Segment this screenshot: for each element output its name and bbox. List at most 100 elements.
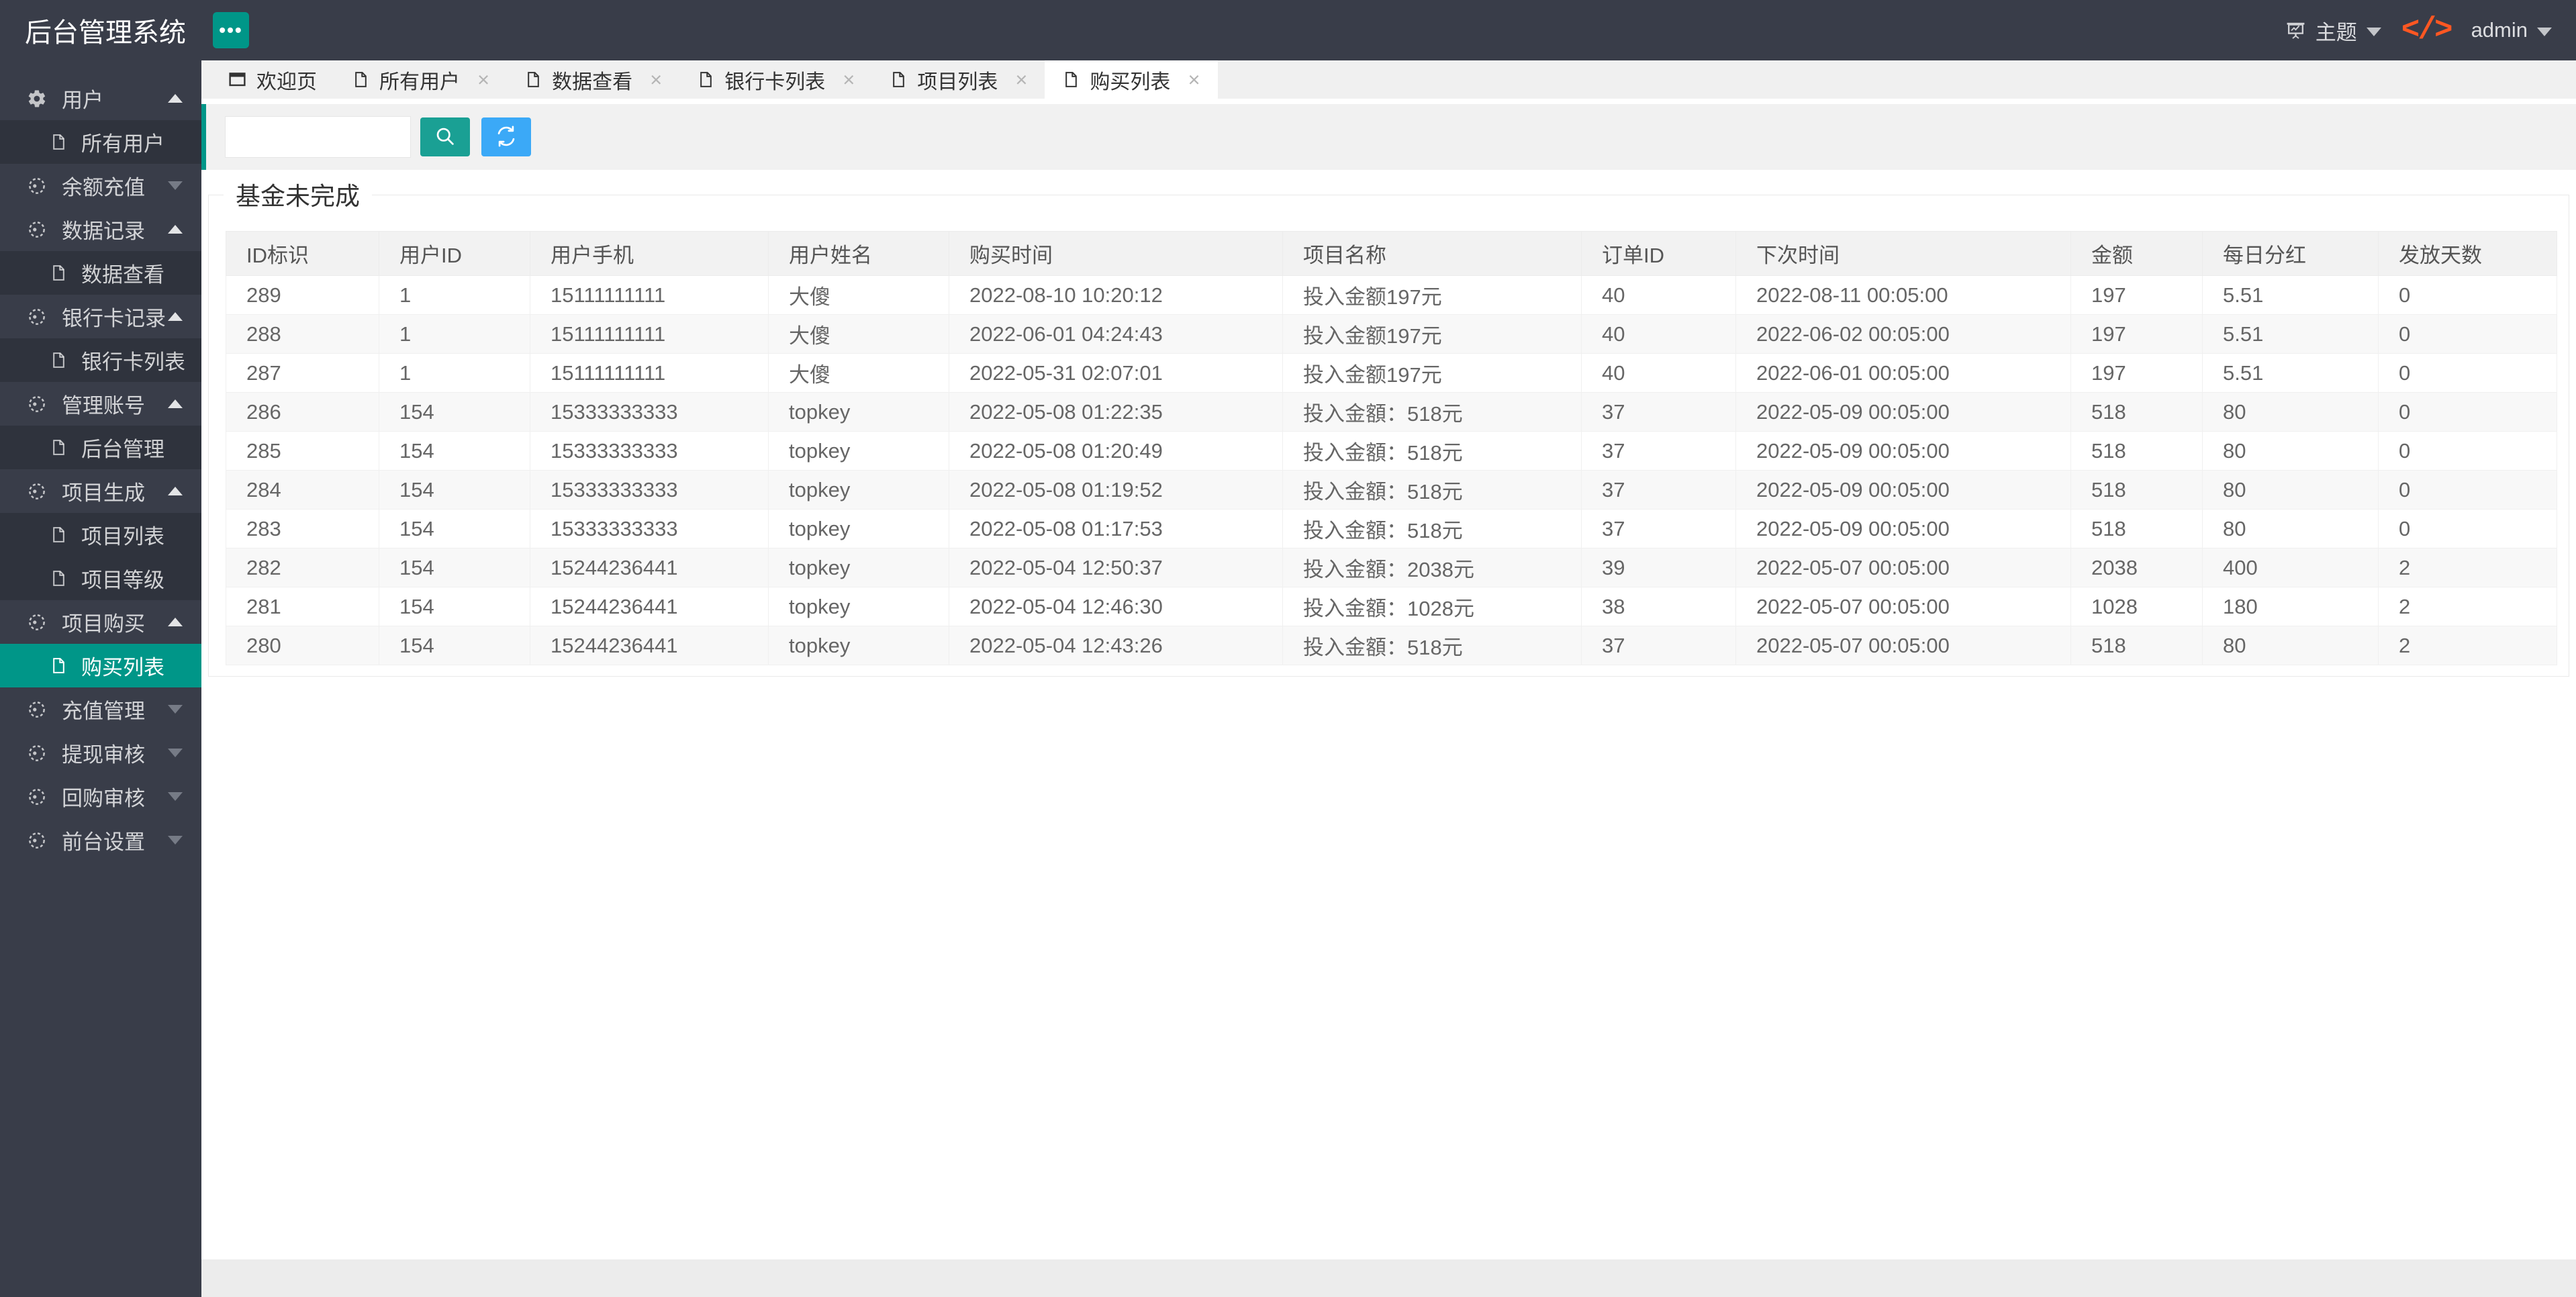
table-cell: topkey: [769, 432, 949, 471]
sidebar-item-users[interactable]: 用户: [0, 77, 201, 120]
sidebar-item-balance-recharge[interactable]: 余额充值: [0, 164, 201, 207]
search-panel: [201, 104, 2576, 170]
table-cell: 518: [2071, 432, 2203, 471]
table-cell: 1: [379, 315, 530, 354]
table-cell: 154: [379, 471, 530, 510]
sidebar-item-all-users[interactable]: 所有用户: [0, 120, 201, 164]
sidebar-item-project-level[interactable]: 项目等级: [0, 557, 201, 600]
tab-all-users[interactable]: 所有用户 ×: [334, 60, 507, 99]
table-cell: 15244236441: [530, 548, 769, 587]
sidebar-item-label: 数据查看: [81, 258, 164, 288]
sidebar-item-purchase-list[interactable]: 购买列表: [0, 644, 201, 687]
table-cell: 39: [1582, 548, 1736, 587]
chevron-down-icon: [2537, 28, 2552, 36]
tab-welcome[interactable]: 欢迎页: [210, 60, 334, 99]
table-cell: 0: [2379, 393, 2557, 432]
table-cell: 大傻: [769, 276, 949, 315]
admin-label: admin: [2471, 18, 2528, 42]
search-button[interactable]: [420, 117, 470, 156]
table-cell: 0: [2379, 471, 2557, 510]
tab-label: 购买列表: [1090, 65, 1170, 95]
tab-label: 所有用户: [379, 65, 460, 95]
table-cell: 154: [379, 548, 530, 587]
table-cell: 2022-05-09 00:05:00: [1736, 471, 2071, 510]
table-cell: 2022-05-04 12:46:30: [949, 587, 1283, 626]
sidebar-item-project-list[interactable]: 项目列表: [0, 513, 201, 557]
sidebar-item-label: 管理账号: [62, 389, 145, 419]
table-cell: 投入金额197元: [1283, 354, 1582, 393]
table-cell: 2022-05-09 00:05:00: [1736, 510, 2071, 548]
close-icon[interactable]: ×: [843, 69, 855, 90]
table-cell: 15244236441: [530, 626, 769, 665]
dial-icon: [27, 830, 47, 851]
sidebar-item-bank-card-list[interactable]: 银行卡列表: [0, 338, 201, 382]
table-row: 28215415244236441topkey2022-05-04 12:50:…: [226, 548, 2557, 587]
tab-bank-card-list[interactable]: 银行卡列表 ×: [679, 60, 872, 99]
table-cell: 2022-08-10 10:20:12: [949, 276, 1283, 315]
sidebar-item-recharge-manage[interactable]: 充值管理: [0, 687, 201, 731]
fund-section: 基金未完成 ID标识用户ID用户手机用户姓名购买时间项目名称订单ID下次时间金额…: [208, 195, 2569, 677]
table-cell: 518: [2071, 471, 2203, 510]
column-header: ID标识: [226, 232, 379, 276]
file-icon: [1062, 70, 1080, 89]
table-cell: 2022-05-08 01:17:53: [949, 510, 1283, 548]
table-cell: 80: [2203, 626, 2379, 665]
close-icon[interactable]: ×: [477, 69, 489, 90]
column-header: 发放天数: [2379, 232, 2557, 276]
refresh-button[interactable]: [481, 117, 531, 156]
sidebar-item-data-records[interactable]: 数据记录: [0, 207, 201, 251]
theme-menu[interactable]: 主题: [2285, 15, 2381, 46]
tab-label: 银行卡列表: [724, 65, 825, 95]
tab-purchase-list[interactable]: 购买列表 ×: [1045, 60, 1217, 99]
sidebar-item-label: 项目列表: [81, 520, 164, 550]
search-input[interactable]: [225, 116, 411, 158]
table-cell: 15111111111: [530, 315, 769, 354]
table-cell: 40: [1582, 354, 1736, 393]
sidebar-item-bank-card-records[interactable]: 银行卡记录: [0, 295, 201, 338]
chevron-up-icon: [168, 618, 183, 626]
tab-data-view[interactable]: 数据查看×: [507, 60, 679, 99]
close-icon[interactable]: ×: [650, 69, 662, 90]
sidebar-item-front-settings[interactable]: 前台设置: [0, 818, 201, 862]
column-header: 下次时间: [1736, 232, 2071, 276]
table-cell: 投入金額：518元: [1283, 510, 1582, 548]
table-cell: 15333333333: [530, 471, 769, 510]
table-row: 287115111111111大傻2022-05-31 02:07:01投入金额…: [226, 354, 2557, 393]
sidebar-item-project-generate[interactable]: 项目生成: [0, 469, 201, 513]
table-cell: 284: [226, 471, 379, 510]
sidebar-item-data-view[interactable]: 数据查看: [0, 251, 201, 295]
chevron-up-icon: [168, 487, 183, 495]
file-icon: [50, 526, 68, 544]
table-cell: 154: [379, 393, 530, 432]
table-cell: 5.51: [2203, 315, 2379, 354]
more-button[interactable]: •••: [213, 12, 249, 48]
sidebar-item-buyback-review[interactable]: 回购审核: [0, 775, 201, 818]
table-cell: 1028: [2071, 587, 2203, 626]
table-cell: 2022-05-08 01:22:35: [949, 393, 1283, 432]
table-cell: 154: [379, 626, 530, 665]
table-cell: 2022-08-11 00:05:00: [1736, 276, 2071, 315]
dial-icon: [27, 307, 47, 327]
column-header: 购买时间: [949, 232, 1283, 276]
table-cell: 518: [2071, 393, 2203, 432]
sidebar-item-withdraw-review[interactable]: 提现审核: [0, 731, 201, 775]
table-cell: topkey: [769, 548, 949, 587]
table-cell: 400: [2203, 548, 2379, 587]
admin-menu[interactable]: admin: [2471, 18, 2552, 42]
sidebar-item-backend-manage[interactable]: 后台管理: [0, 426, 201, 469]
chevron-down-icon: [168, 705, 183, 714]
close-icon[interactable]: ×: [1015, 69, 1027, 90]
tab-project-list[interactable]: 项目列表×: [872, 60, 1045, 99]
sidebar-item-project-purchase[interactable]: 项目购买: [0, 600, 201, 644]
table-cell: 大傻: [769, 315, 949, 354]
table-cell: 37: [1582, 432, 1736, 471]
file-icon: [50, 438, 68, 457]
table-cell: 投入金額：2038元: [1283, 548, 1582, 587]
table-cell: 2: [2379, 587, 2557, 626]
sidebar-item-label: 后台管理: [81, 432, 164, 463]
close-icon[interactable]: ×: [1188, 69, 1200, 90]
sidebar-item-admin-accounts[interactable]: 管理账号: [0, 382, 201, 426]
table-cell: 154: [379, 432, 530, 471]
section-title: 基金未完成: [224, 176, 372, 212]
dial-icon: [27, 700, 47, 720]
